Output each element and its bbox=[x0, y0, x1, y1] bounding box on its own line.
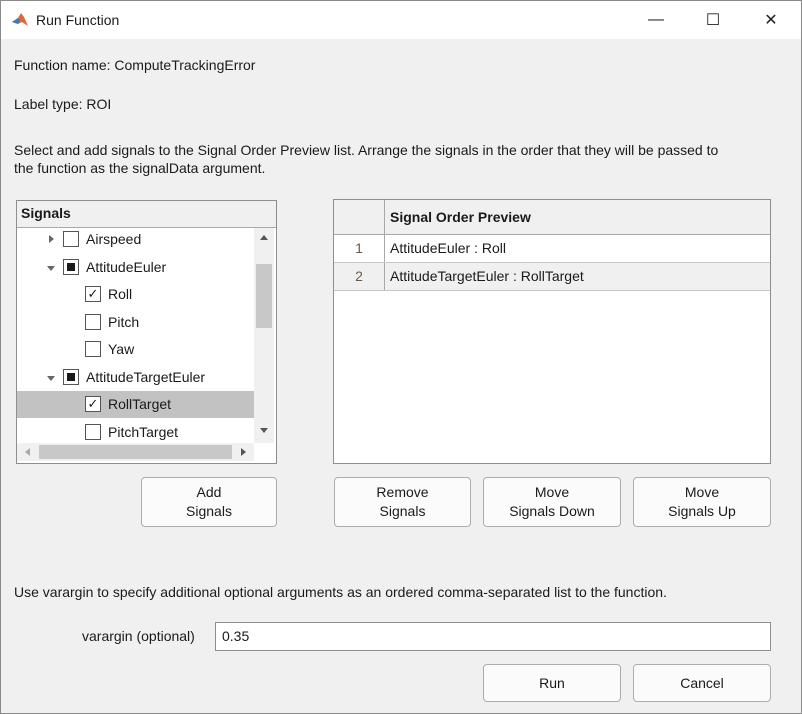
tree-item-label: Roll bbox=[108, 286, 133, 302]
signal-order-preview-table[interactable]: Signal Order Preview 1 AttitudeEuler : R… bbox=[333, 199, 771, 464]
signal-order-preview-header: Signal Order Preview bbox=[385, 200, 770, 235]
move-down-label-2: Signals Down bbox=[509, 503, 595, 519]
tree-item[interactable]: Yaw bbox=[17, 336, 254, 363]
table-row[interactable]: 2 AttitudeTargetEuler : RollTarget bbox=[334, 263, 770, 291]
close-button[interactable]: ✕ bbox=[748, 1, 794, 39]
checkbox[interactable] bbox=[85, 423, 101, 440]
tree-item-label: Airspeed bbox=[86, 231, 142, 247]
row-index: 1 bbox=[334, 235, 385, 262]
move-down-label-1: Move bbox=[534, 484, 570, 500]
add-signals-label-1: Add bbox=[196, 484, 222, 500]
scroll-up-icon[interactable] bbox=[260, 235, 268, 240]
checkbox[interactable]: ✓ bbox=[85, 396, 101, 412]
tree-item-label: RollTarget bbox=[108, 396, 172, 412]
checkbox[interactable] bbox=[85, 341, 101, 357]
add-signals-button[interactable]: Add Signals bbox=[141, 477, 277, 527]
remove-signals-button[interactable]: Remove Signals bbox=[334, 477, 471, 527]
tree-item[interactable]: PitchTarget bbox=[17, 419, 254, 446]
remove-signals-label-2: Signals bbox=[379, 503, 426, 519]
minimize-button[interactable]: — bbox=[633, 1, 679, 39]
label-type-label: Label type: ROI bbox=[14, 96, 112, 112]
remove-signals-label-1: Remove bbox=[376, 484, 429, 500]
expand-arrow-icon[interactable] bbox=[49, 235, 54, 243]
horizontal-scrollbar[interactable] bbox=[17, 443, 254, 461]
tree-item-label: AttitudeEuler bbox=[86, 258, 167, 275]
checkbox[interactable] bbox=[85, 313, 101, 330]
index-column-header bbox=[334, 200, 385, 235]
scroll-left-icon[interactable] bbox=[25, 448, 30, 456]
tree-item[interactable]: ✓ RollTarget bbox=[17, 391, 254, 418]
instructions-line1: Select and add signals to the Signal Ord… bbox=[14, 142, 719, 158]
signals-header: Signals bbox=[17, 201, 276, 228]
vertical-scrollbar[interactable] bbox=[254, 228, 274, 443]
row-index: 2 bbox=[334, 263, 385, 290]
tree-item-label: Yaw bbox=[108, 341, 135, 357]
move-up-label-2: Signals Up bbox=[668, 503, 736, 519]
horizontal-scrollbar-thumb[interactable] bbox=[39, 445, 232, 459]
tree-item-label: Pitch bbox=[108, 313, 140, 330]
tree-item-label: AttitudeTargetEuler bbox=[86, 368, 206, 385]
tree-item[interactable]: ✓ Roll bbox=[17, 281, 254, 308]
collapse-arrow-icon[interactable] bbox=[47, 375, 55, 381]
checkbox[interactable] bbox=[63, 231, 79, 247]
maximize-button[interactable]: ☐ bbox=[690, 1, 736, 39]
scrollbar-thumb[interactable] bbox=[256, 264, 272, 328]
checkbox[interactable] bbox=[63, 258, 79, 275]
window-title: Run Function bbox=[36, 12, 120, 28]
signals-tree[interactable]: Signals Airspeed AttitudeEuler ✓ Roll Pitch Y… bbox=[16, 200, 277, 464]
varargin-input[interactable]: 0.35 bbox=[215, 622, 771, 651]
tree-item[interactable]: Pitch bbox=[17, 309, 254, 336]
tree-item[interactable]: AttitudeEuler bbox=[17, 254, 254, 281]
scroll-right-icon[interactable] bbox=[241, 448, 246, 456]
run-function-dialog: Run Function — ☐ ✕ Function name: Comput… bbox=[0, 0, 802, 714]
cancel-button[interactable]: Cancel bbox=[633, 664, 771, 702]
scroll-down-icon[interactable] bbox=[260, 428, 268, 433]
collapse-arrow-icon[interactable] bbox=[47, 265, 55, 271]
title-bar: Run Function — ☐ ✕ bbox=[1, 1, 801, 39]
function-name-label: Function name: ComputeTrackingError bbox=[14, 57, 256, 73]
add-signals-label-2: Signals bbox=[186, 503, 232, 519]
row-signal: AttitudeEuler : Roll bbox=[390, 240, 506, 256]
checkbox[interactable] bbox=[63, 368, 79, 385]
instructions-line2: the function as the signalData argument. bbox=[14, 160, 266, 176]
move-up-label-1: Move bbox=[684, 484, 720, 500]
varargin-note: Use varargin to specify additional optio… bbox=[14, 584, 667, 600]
tree-item-label: PitchTarget bbox=[108, 423, 179, 440]
tree-item[interactable]: AttitudeTargetEuler bbox=[17, 364, 254, 391]
matlab-logo-icon bbox=[12, 13, 28, 26]
tree-item[interactable]: Airspeed bbox=[17, 226, 254, 253]
checkbox[interactable]: ✓ bbox=[85, 286, 101, 302]
move-signals-up-button[interactable]: Move Signals Up bbox=[633, 477, 771, 527]
run-button[interactable]: Run bbox=[483, 664, 621, 702]
row-signal: AttitudeTargetEuler : RollTarget bbox=[390, 268, 584, 284]
move-signals-down-button[interactable]: Move Signals Down bbox=[483, 477, 621, 527]
varargin-label: varargin (optional) bbox=[82, 628, 195, 644]
table-row[interactable]: 1 AttitudeEuler : Roll bbox=[334, 235, 770, 263]
